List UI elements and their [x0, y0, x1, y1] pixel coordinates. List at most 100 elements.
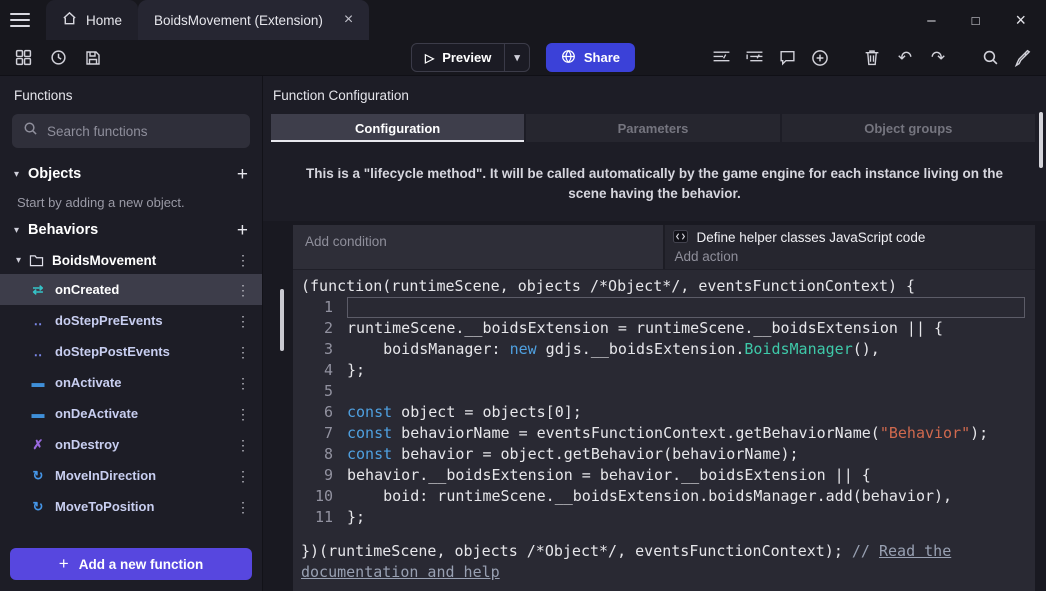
more-options-icon[interactable]: ⋮ [236, 314, 250, 328]
more-options-icon[interactable]: ⋮ [236, 376, 250, 390]
search-functions-input[interactable] [47, 124, 239, 139]
add-object-icon[interactable]: + [237, 165, 248, 184]
preview-button[interactable]: ▷ Preview ▾ [411, 43, 530, 72]
events-scrollbar[interactable] [280, 289, 284, 351]
line-content: const behavior = object.getBehavior(beha… [347, 444, 1025, 465]
objects-section-label: Objects [28, 166, 81, 182]
line-number: 1 [293, 297, 347, 318]
line-content: const object = objects[0]; [347, 402, 1025, 423]
js-code-editor[interactable]: (function(runtimeScene, objects /*Object… [293, 269, 1035, 591]
tab-extension[interactable]: BoidsMovement (Extension) × [138, 0, 369, 40]
more-options-icon[interactable]: ⋮ [236, 283, 250, 297]
sidebar-function-ondeactivate[interactable]: ▬ onDeActivate ⋮ [0, 398, 262, 429]
chevron-down-icon[interactable]: ▾ [16, 255, 21, 266]
sidebar-title: Functions [0, 76, 262, 114]
event-action-cell: Define helper classes JavaScript code Ad… [665, 225, 1035, 269]
more-options-icon[interactable]: ⋮ [236, 469, 250, 483]
add-action-button[interactable]: Add action [673, 249, 1025, 264]
undo-icon[interactable]: ↶ [894, 47, 916, 69]
delete-icon[interactable] [861, 47, 883, 69]
code-line-3[interactable]: 3 boidsManager: new gdjs.__boidsExtensio… [293, 339, 1035, 360]
sidebar-function-movetoposition[interactable]: ↻ MoveToPosition ⋮ [0, 491, 262, 522]
sidebar-function-moveindirection[interactable]: ↻ MoveInDirection ⋮ [0, 460, 262, 491]
line-content [347, 297, 1025, 318]
documentation-link[interactable]: Read the [879, 542, 951, 560]
code-prefix-line: (function(runtimeScene, objects /*Object… [293, 275, 1035, 297]
chevron-down-icon[interactable]: ▾ [14, 225, 19, 236]
config-tabs: ConfigurationParametersObject groups [271, 114, 1035, 142]
code-line-2[interactable]: 2runtimeScene.__boidsExtension = runtime… [293, 318, 1035, 339]
function-label: doStepPostEvents [55, 344, 170, 359]
function-label: MoveToPosition [55, 499, 154, 514]
close-window-icon[interactable]: × [1015, 11, 1026, 29]
minimize-icon[interactable]: – [927, 13, 935, 28]
tab-home-label: Home [86, 13, 122, 28]
line-content: boidsManager: new gdjs.__boidsExtension.… [347, 339, 1025, 360]
code-line-11[interactable]: 11}; [293, 507, 1035, 528]
add-comment-icon[interactable] [776, 47, 798, 69]
share-button[interactable]: Share [546, 43, 635, 72]
line-number: 5 [293, 381, 347, 402]
code-line-10[interactable]: 10 boid: runtimeScene.__boidsExtension.b… [293, 486, 1035, 507]
home-icon [62, 11, 77, 29]
code-line-1[interactable]: 1 [293, 297, 1035, 318]
add-function-label: Add a new function [79, 557, 204, 572]
redo-icon[interactable]: ↷ [927, 47, 949, 69]
add-behavior-icon[interactable]: + [237, 221, 248, 240]
function-list: ⇄ onCreated ⋮ ‥ doStepPreEvents ⋮ ‥ doSt… [0, 274, 262, 522]
more-options-icon[interactable]: ⋮ [236, 438, 250, 452]
search-icon[interactable] [979, 47, 1001, 69]
add-subevent-icon[interactable] [743, 47, 765, 69]
tab-parameters[interactable]: Parameters [526, 114, 779, 142]
close-tab-icon[interactable]: × [344, 11, 353, 29]
code-line-4[interactable]: 4}; [293, 360, 1035, 381]
more-options-icon[interactable]: ⋮ [236, 500, 250, 514]
sidebar-function-onactivate[interactable]: ▬ onActivate ⋮ [0, 367, 262, 398]
behavior-group-boidsmovement[interactable]: ▾ BoidsMovement ⋮ [0, 246, 262, 274]
sidebar-function-ondestroy[interactable]: ✗ onDestroy ⋮ [0, 429, 262, 460]
code-line-8[interactable]: 8const behavior = object.getBehavior(beh… [293, 444, 1035, 465]
line-number: 4 [293, 360, 347, 381]
events-sheet: Add condition Define helper classes Java… [263, 221, 1046, 591]
tab-home[interactable]: Home [46, 0, 138, 40]
functions-tree: ▾ Objects + Start by adding a new object… [0, 158, 262, 591]
move-behavior-icon: ↻ [30, 468, 46, 484]
theme-brush-icon[interactable] [1012, 47, 1034, 69]
code-line-7[interactable]: 7const behaviorName = eventsFunctionCont… [293, 423, 1035, 444]
code-line-6[interactable]: 6const object = objects[0]; [293, 402, 1035, 423]
more-options-icon[interactable]: ⋮ [236, 345, 250, 359]
add-condition-button[interactable]: Add condition [293, 225, 665, 269]
titlebar: Home BoidsMovement (Extension) × – □ × [0, 0, 1046, 40]
event-header: Add condition Define helper classes Java… [293, 225, 1035, 269]
main-scrollbar[interactable] [1039, 112, 1043, 168]
plus-icon: + [59, 554, 69, 574]
main-menu-icon[interactable] [0, 0, 40, 40]
tab-object-groups[interactable]: Object groups [782, 114, 1035, 142]
js-event-title-row: Define helper classes JavaScript code [673, 230, 1025, 246]
history-icon[interactable] [47, 47, 69, 69]
sidebar-function-dosteppostevents[interactable]: ‥ doStepPostEvents ⋮ [0, 336, 262, 367]
documentation-link[interactable]: documentation and help [301, 563, 500, 581]
maximize-icon[interactable]: □ [972, 14, 980, 27]
more-options-icon[interactable]: ⋮ [236, 407, 250, 421]
save-icon[interactable] [82, 47, 104, 69]
more-options-icon[interactable]: ⋮ [236, 253, 250, 267]
step-events-icon: ‥ [30, 313, 46, 329]
code-line-9[interactable]: 9behavior.__boidsExtension = behavior.__… [293, 465, 1035, 486]
tab-configuration[interactable]: Configuration [271, 114, 524, 142]
sidebar-section-objects[interactable]: ▾ Objects + [0, 158, 262, 190]
share-label: Share [584, 50, 620, 65]
preview-dropdown-icon[interactable]: ▾ [504, 44, 529, 71]
chevron-down-icon[interactable]: ▾ [14, 169, 19, 180]
add-function-button[interactable]: + Add a new function [10, 548, 252, 580]
code-line-5[interactable]: 5 [293, 381, 1035, 402]
choose-event-icon[interactable] [809, 47, 831, 69]
line-number: 6 [293, 402, 347, 423]
project-manager-icon[interactable] [12, 47, 34, 69]
sidebar-function-dosteppreevents[interactable]: ‥ doStepPreEvents ⋮ [0, 305, 262, 336]
add-event-icon[interactable] [710, 47, 732, 69]
sidebar-section-behaviors[interactable]: ▾ Behaviors + [0, 214, 262, 246]
search-functions-box[interactable] [12, 114, 250, 148]
line-content: runtimeScene.__boidsExtension = runtimeS… [347, 318, 1025, 339]
sidebar-function-oncreated[interactable]: ⇄ onCreated ⋮ [0, 274, 262, 305]
